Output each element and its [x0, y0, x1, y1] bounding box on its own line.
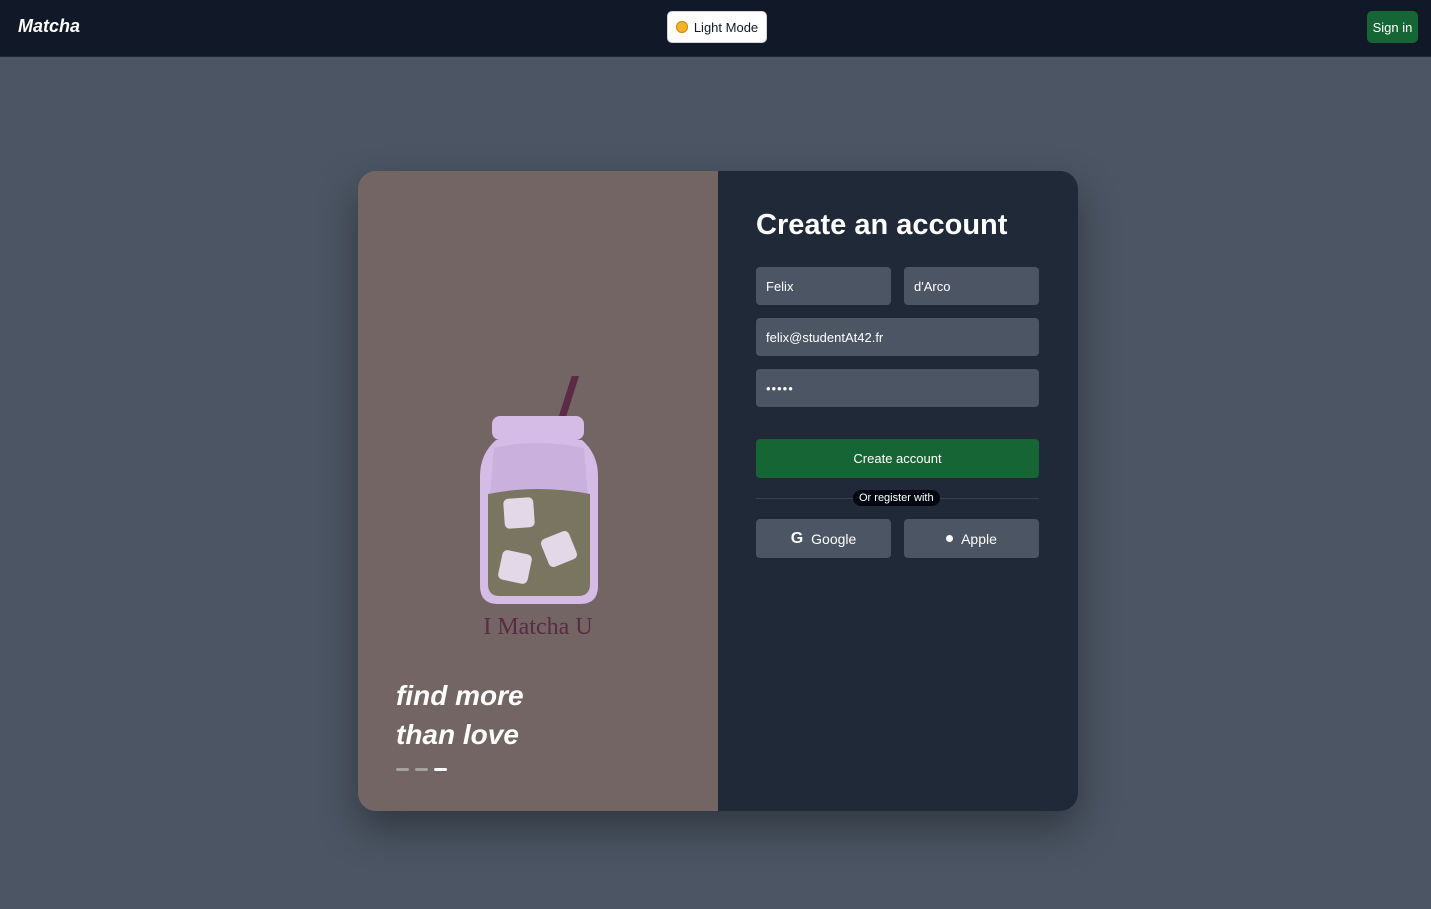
email-input[interactable]: felix@studentAt42.fr	[756, 318, 1039, 356]
matcha-drink	[488, 489, 590, 596]
light-mode-label: Light Mode	[693, 19, 759, 35]
matcha-jar-illustration: I Matcha U	[480, 376, 598, 640]
last-name-input[interactable]: d'Arco	[904, 267, 1039, 305]
jar-lid	[492, 416, 584, 440]
illustration-caption: I Matcha U	[483, 614, 592, 640]
slogan: find more than love	[396, 676, 524, 754]
first-name-input[interactable]: Felix	[756, 267, 891, 305]
sun-icon	[675, 21, 688, 33]
light-mode-toggle[interactable]: Light Mode	[667, 11, 767, 43]
top-navbar: Matcha Light Mode Sign in	[0, 0, 1431, 57]
ice-cube	[498, 550, 532, 584]
illustration-panel: I Matcha U find more than love	[358, 171, 718, 811]
apple-icon	[946, 535, 954, 542]
carousel-dot[interactable]	[396, 768, 409, 771]
slogan-line-2: than love	[396, 719, 519, 750]
carousel-dot[interactable]	[415, 768, 428, 771]
divider-label: Or register with	[853, 490, 940, 506]
carousel-indicators	[396, 768, 447, 771]
brand-logo[interactable]: Matcha	[18, 16, 80, 37]
google-icon: G	[790, 529, 804, 547]
form-title: Create an account	[756, 209, 1008, 241]
sign-in-button[interactable]: Sign in	[1367, 11, 1418, 43]
carousel-dot-active[interactable]	[434, 768, 447, 771]
apple-label: Apple	[961, 530, 997, 547]
straw	[557, 376, 580, 425]
apple-register-button[interactable]: Apple	[904, 519, 1039, 558]
google-label: Google	[811, 530, 857, 547]
signup-card: I Matcha U find more than love Create an…	[358, 171, 1078, 811]
slogan-line-1: find more	[396, 680, 524, 711]
google-register-button[interactable]: G Google	[756, 519, 891, 558]
create-account-button[interactable]: Create account	[756, 439, 1039, 478]
password-input[interactable]: •••••	[756, 369, 1039, 407]
signup-form-panel: Create an account Felix d'Arco felix@stu…	[718, 171, 1078, 811]
ice-cube	[503, 497, 535, 529]
